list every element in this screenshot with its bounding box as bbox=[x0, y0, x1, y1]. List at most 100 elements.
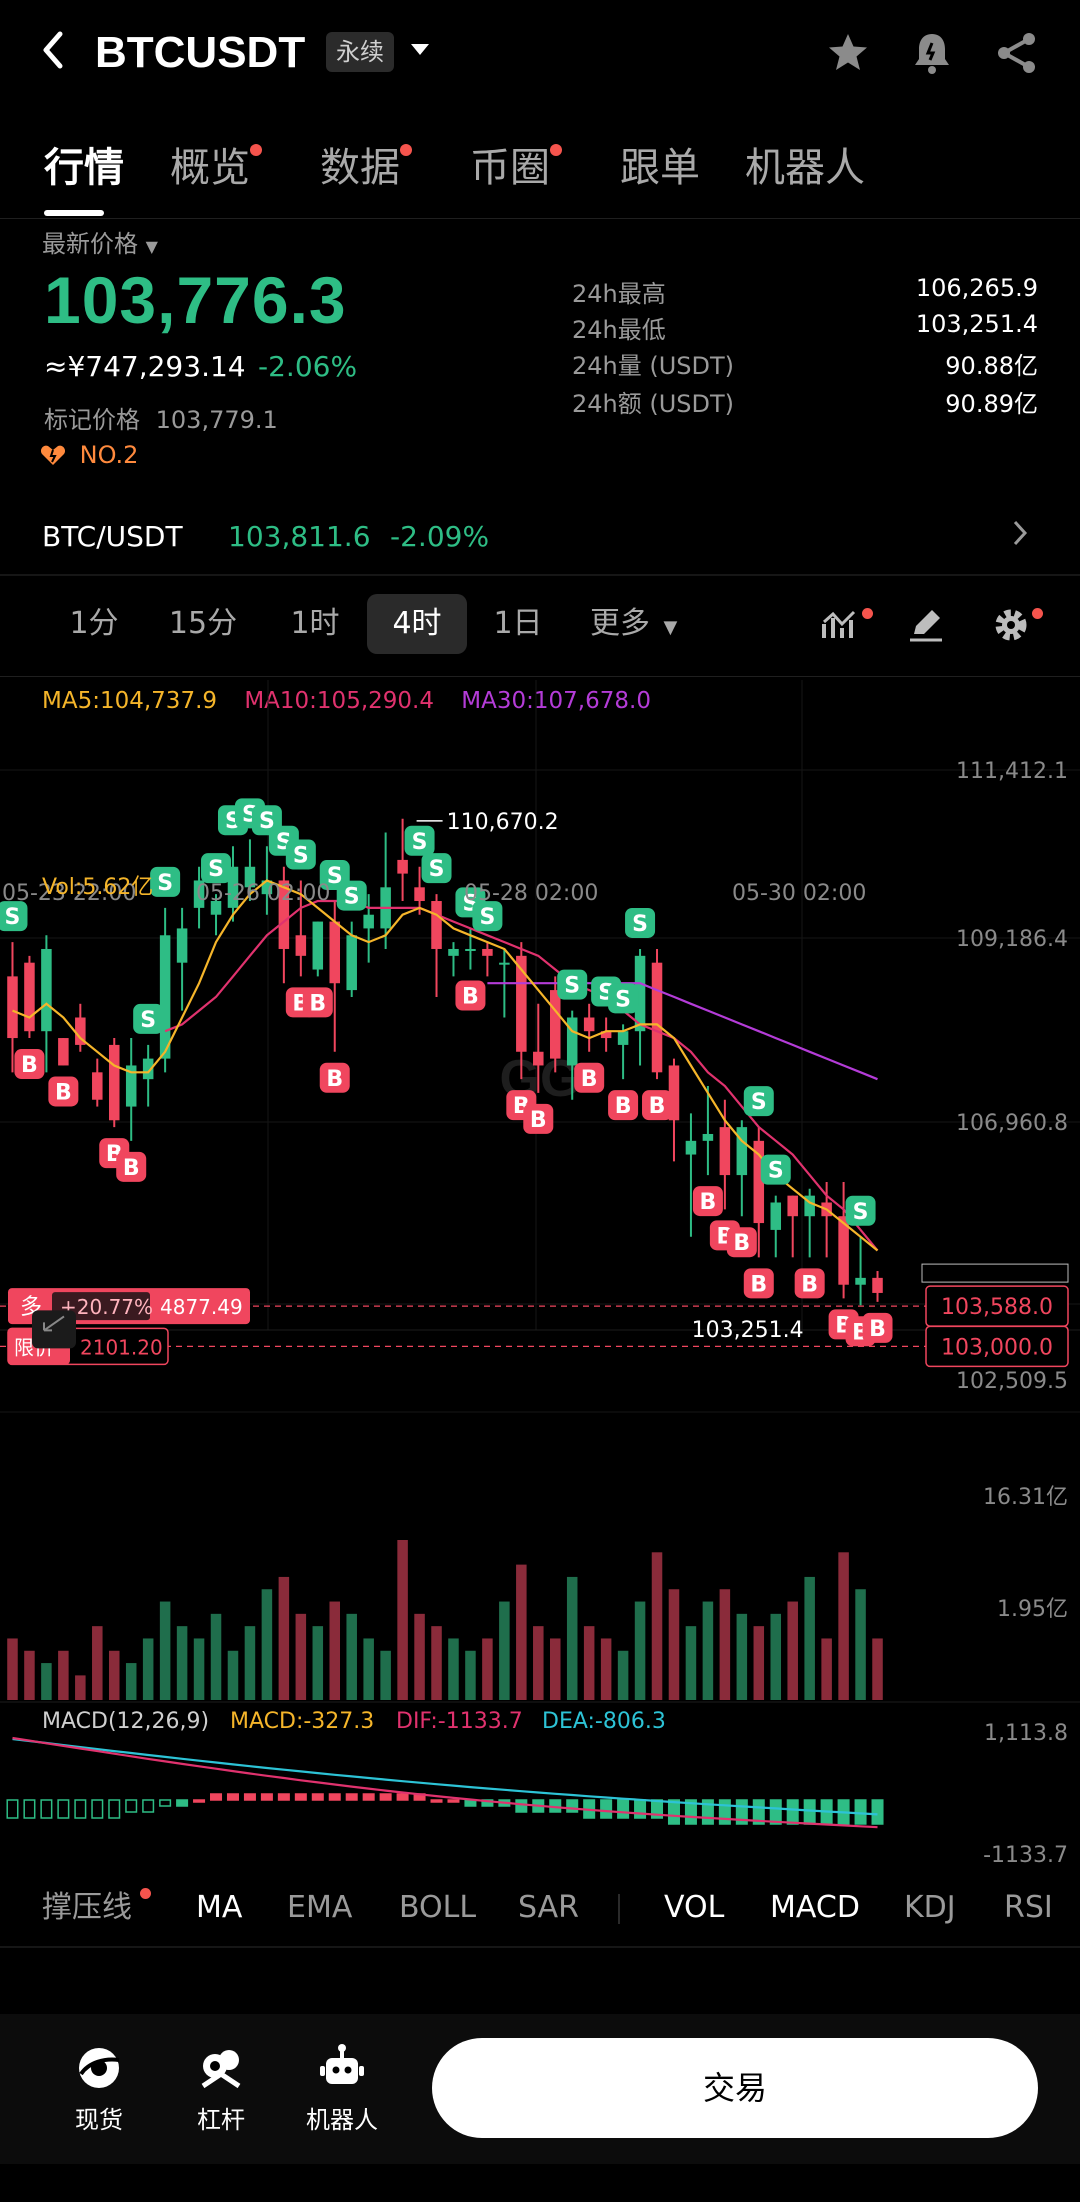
macd-bar bbox=[23, 1799, 36, 1819]
spot-button[interactable]: 现货 bbox=[54, 2044, 144, 2135]
tab-label: 行情 bbox=[44, 145, 124, 191]
chevron-left-icon[interactable] bbox=[38, 28, 68, 81]
timeframe-more[interactable]: 更多 ▼ bbox=[590, 594, 677, 654]
timeframe-1m[interactable]: 1分 bbox=[54, 594, 134, 654]
volume-bar bbox=[499, 1601, 510, 1700]
margin-button[interactable]: 杠杆 bbox=[176, 2044, 266, 2135]
current-price-value: 103,588.0 bbox=[941, 1295, 1053, 1320]
x-axis-label: 05-26 02:00 bbox=[196, 881, 330, 906]
indicator-ma[interactable]: MA bbox=[196, 1886, 242, 1930]
candle-body bbox=[329, 921, 341, 984]
symbol-title[interactable]: BTCUSDT bbox=[95, 26, 305, 80]
macd-bar bbox=[159, 1799, 172, 1807]
volume-bar bbox=[549, 1638, 561, 1700]
indicator-ema[interactable]: EMA bbox=[287, 1886, 352, 1930]
tab-copy-trading[interactable]: 跟单 bbox=[620, 138, 700, 198]
share-icon[interactable] bbox=[992, 28, 1042, 78]
volume-label: Vol:5.62亿 bbox=[42, 875, 153, 900]
indicator-bar: 撑压线 MA EMA BOLL SAR VOL MACD KDJ RSI bbox=[0, 1876, 1080, 1940]
bell-icon[interactable] bbox=[907, 28, 957, 78]
macd-bar bbox=[667, 1799, 680, 1825]
indicator-rsi[interactable]: RSI bbox=[1004, 1886, 1080, 1930]
volume-bar bbox=[533, 1626, 544, 1700]
robot-button[interactable]: 机器人 bbox=[297, 2044, 387, 2135]
volume-bar bbox=[227, 1650, 239, 1700]
stat-value: 106,265.9 bbox=[915, 274, 1038, 302]
candlestick-chart[interactable]: 111,412.1109,186.4106,960.8104,735.2102,… bbox=[0, 676, 1080, 1876]
macd-bar bbox=[854, 1799, 867, 1825]
macd-axis-label: 1,113.8 bbox=[984, 1721, 1068, 1746]
stat-label: 24h最低 bbox=[572, 316, 666, 344]
candle-body bbox=[92, 1072, 103, 1100]
timeframe-1d[interactable]: 1日 bbox=[478, 594, 558, 654]
margin-label: 杠杆 bbox=[197, 2106, 245, 2134]
notification-dot bbox=[140, 1888, 151, 1899]
volume-bar bbox=[295, 1613, 307, 1700]
indicator-icon[interactable] bbox=[820, 604, 862, 648]
indicator-macd[interactable]: MACD bbox=[770, 1886, 860, 1930]
mark-price: 标记价格 103,779.1 bbox=[44, 400, 278, 435]
volume-bar bbox=[244, 1626, 256, 1700]
indicator-kdj[interactable]: KDJ bbox=[904, 1886, 956, 1930]
macd-bar bbox=[786, 1799, 799, 1825]
candle-body bbox=[736, 1127, 748, 1176]
volume-bar bbox=[125, 1663, 137, 1700]
tab-data[interactable]: 数据 bbox=[320, 138, 412, 198]
volume-bar bbox=[41, 1663, 52, 1700]
stat-value: 90.89亿 bbox=[945, 390, 1038, 418]
candle-body bbox=[41, 948, 52, 1032]
timeframe-4h[interactable]: 4时 bbox=[367, 594, 467, 654]
volume-bar bbox=[24, 1650, 35, 1700]
candle-body bbox=[7, 976, 18, 1039]
tab-overview[interactable]: 概览 bbox=[170, 138, 262, 198]
flame-icon bbox=[40, 441, 74, 469]
volume-bar bbox=[465, 1650, 476, 1700]
volume-bar bbox=[872, 1638, 883, 1700]
divider bbox=[0, 574, 1080, 576]
indicator-boll[interactable]: BOLL bbox=[399, 1886, 476, 1930]
settings-icon[interactable] bbox=[990, 604, 1032, 650]
notification-dot bbox=[250, 144, 262, 156]
tab-bots[interactable]: 机器人 bbox=[745, 138, 865, 198]
volume-bar bbox=[176, 1626, 188, 1700]
volume-axis-label: 16.31亿 bbox=[983, 1485, 1068, 1510]
robot-icon bbox=[320, 2044, 364, 2084]
macd-label: DIF:-1133.7 bbox=[396, 1709, 523, 1734]
cny-equivalent: ≈¥747,293.14 bbox=[44, 350, 246, 383]
volume-bar bbox=[312, 1626, 324, 1700]
candle-body bbox=[685, 1140, 697, 1155]
volume-bar bbox=[685, 1626, 697, 1700]
star-icon[interactable] bbox=[823, 28, 873, 78]
candle-body bbox=[719, 1127, 731, 1176]
candle-body bbox=[431, 901, 442, 949]
macd-bar bbox=[328, 1793, 341, 1801]
macd-bar bbox=[803, 1799, 816, 1825]
stat-label: 24h额 (USDT) bbox=[572, 390, 735, 418]
latest-price-dropdown[interactable]: 最新价格 ▼ bbox=[42, 224, 158, 259]
trade-button[interactable]: 交易 bbox=[432, 2038, 1038, 2138]
spot-pair-row[interactable]: BTC/USDT 103,811.6 -2.09% bbox=[0, 508, 1080, 568]
bottom-action-bar: 现货 杠杆 机器人 交易 bbox=[0, 2014, 1080, 2164]
candle-body bbox=[770, 1202, 782, 1230]
macd-bar bbox=[345, 1793, 358, 1801]
chevron-down-icon[interactable] bbox=[408, 38, 432, 66]
marker-label: B bbox=[530, 1108, 547, 1133]
volume-bar bbox=[363, 1638, 374, 1700]
macd-bar bbox=[125, 1799, 138, 1813]
candle-body bbox=[583, 1017, 595, 1032]
macd-bar bbox=[311, 1793, 324, 1801]
rank-badge[interactable]: NO.2 bbox=[40, 441, 138, 469]
indicator-support-resistance[interactable]: 撑压线 bbox=[42, 1886, 151, 1930]
tab-market[interactable]: 行情 bbox=[44, 138, 124, 198]
timeframe-1h[interactable]: 1时 bbox=[275, 594, 355, 654]
margin-icon bbox=[201, 2050, 241, 2089]
tab-community[interactable]: 币圈 bbox=[470, 138, 562, 198]
indicator-sar[interactable]: SAR bbox=[518, 1886, 579, 1930]
x-axis-label: 05-28 02:00 bbox=[464, 881, 598, 906]
indicator-vol[interactable]: VOL bbox=[664, 1886, 724, 1930]
current-price-hint bbox=[921, 1263, 1069, 1283]
volume-bar bbox=[397, 1540, 408, 1700]
draw-pen-icon[interactable] bbox=[906, 604, 946, 648]
timeframe-15m[interactable]: 15分 bbox=[158, 594, 248, 654]
marker-label: S bbox=[140, 1008, 156, 1033]
